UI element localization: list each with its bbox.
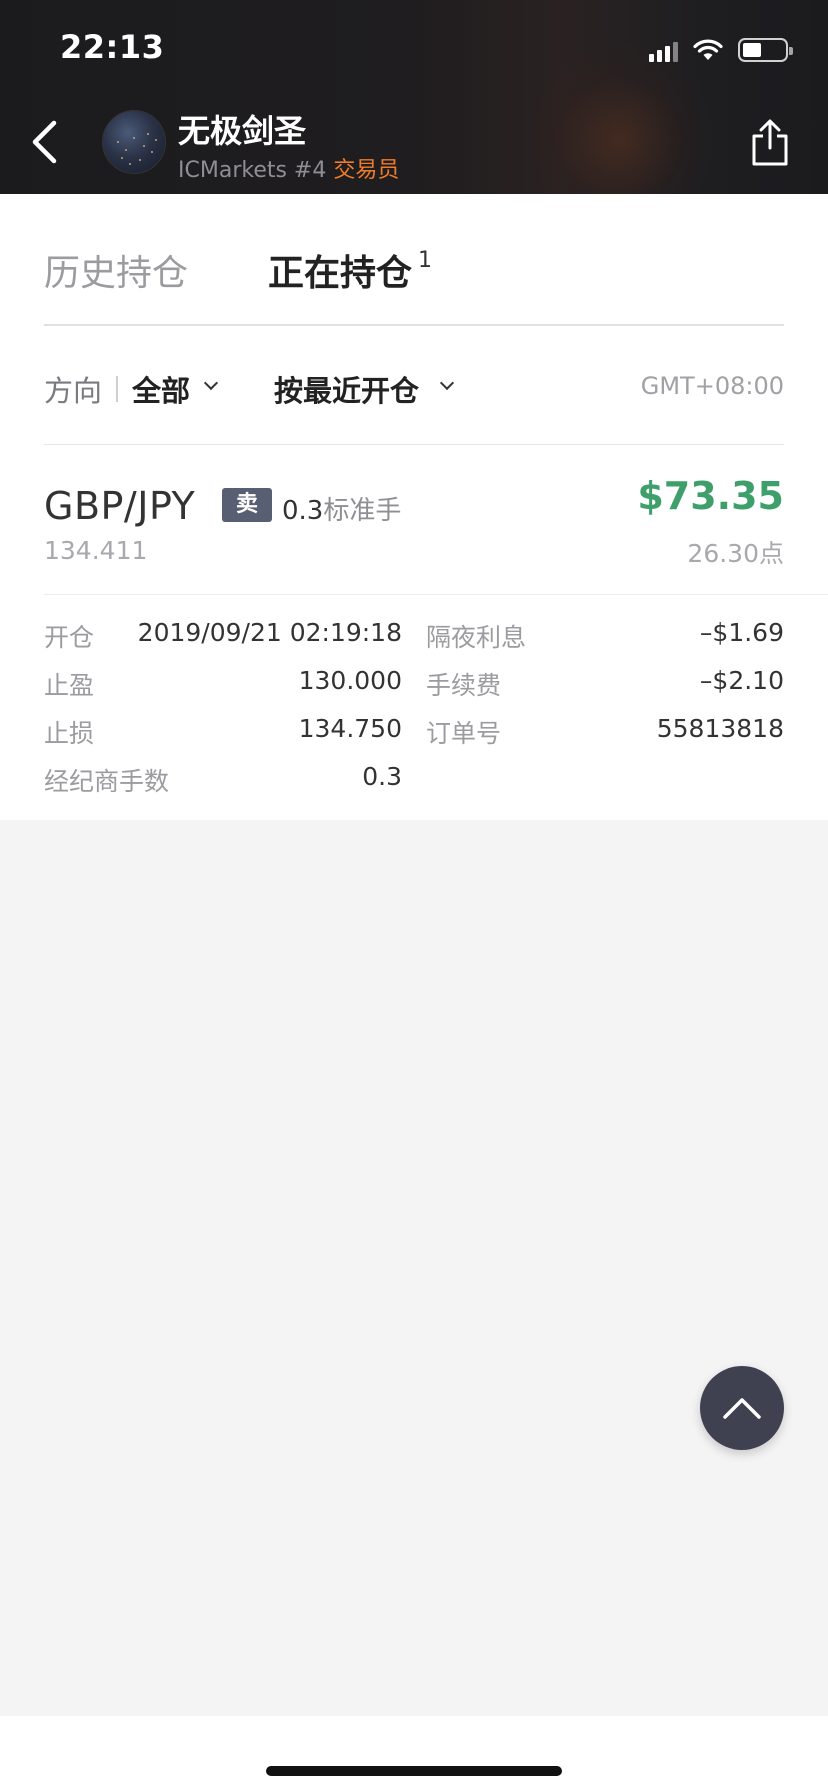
status-icons bbox=[649, 34, 793, 66]
tabs: 历史持仓 正在持仓 1 bbox=[44, 244, 432, 296]
role-label: 交易员 bbox=[333, 158, 400, 183]
detail-row: 经纪商手数 0.3 bbox=[44, 762, 784, 798]
home-indicator[interactable] bbox=[266, 1766, 562, 1776]
profit-value: $73.35 bbox=[637, 474, 784, 518]
chevron-left-icon bbox=[32, 120, 57, 164]
timezone-label: GMT+08:00 bbox=[640, 372, 784, 400]
tab-history[interactable]: 历史持仓 bbox=[44, 244, 188, 296]
battery-icon bbox=[738, 38, 793, 62]
scroll-to-top-button[interactable] bbox=[700, 1366, 784, 1450]
tab-divider bbox=[44, 324, 784, 326]
order-number-label: 订单号 bbox=[426, 719, 502, 748]
filter-bar: 方向 全部 按最近开仓 GMT+08:00 bbox=[44, 366, 784, 408]
share-icon bbox=[752, 119, 788, 166]
filter-separator bbox=[116, 376, 118, 402]
broker-info: ICMarkets #4 bbox=[178, 158, 327, 183]
positions-panel: 历史持仓 正在持仓 1 方向 全部 按最近开仓 GMT+08:00 GBP/JP… bbox=[0, 194, 828, 820]
back-button[interactable] bbox=[24, 112, 64, 172]
tab-open-positions[interactable]: 正在持仓 bbox=[268, 244, 412, 296]
detail-divider bbox=[44, 594, 828, 595]
currency-pair: GBP/JPY bbox=[44, 484, 196, 528]
detail-row: 开仓 2019/09/21 02:19:18 隔夜利息 –$1.69 bbox=[44, 618, 784, 654]
cellular-signal-icon bbox=[649, 38, 678, 62]
divider bbox=[44, 444, 784, 445]
status-time: 22:13 bbox=[60, 28, 165, 66]
fee-value: –$2.10 bbox=[699, 666, 784, 695]
direction-label: 方向 bbox=[44, 374, 103, 408]
direction-dropdown[interactable]: 全部 bbox=[132, 368, 190, 410]
home-indicator-area bbox=[0, 1716, 828, 1792]
chevron-up-icon bbox=[723, 1398, 761, 1419]
avatar[interactable] bbox=[102, 110, 166, 174]
take-profit-value: 130.000 bbox=[298, 666, 402, 695]
open-positions-count: 1 bbox=[418, 248, 433, 273]
chevron-down-icon[interactable] bbox=[203, 375, 219, 391]
lot-value: 0.3 bbox=[282, 496, 324, 526]
swap-label: 隔夜利息 bbox=[426, 623, 527, 652]
sort-dropdown[interactable]: 按最近开仓 bbox=[274, 368, 419, 410]
stop-loss-value: 134.750 bbox=[298, 714, 402, 743]
chevron-down-icon[interactable] bbox=[439, 375, 455, 391]
wifi-icon bbox=[693, 39, 723, 60]
open-time-value: 2019/09/21 02:19:18 bbox=[137, 618, 402, 647]
header: 22:13 无极剑圣 ICMarkets #4 交易员 bbox=[0, 0, 828, 194]
lot-unit: 标准手 bbox=[323, 496, 402, 526]
broker-lots-label: 经纪商手数 bbox=[44, 767, 170, 796]
fee-label: 手续费 bbox=[426, 671, 502, 700]
trader-subtitle: ICMarkets #4 交易员 bbox=[178, 152, 399, 184]
order-number-value: 55813818 bbox=[656, 714, 784, 743]
swap-value: –$1.69 bbox=[699, 618, 784, 647]
stop-loss-label: 止损 bbox=[44, 719, 95, 748]
share-button[interactable] bbox=[748, 118, 792, 168]
side-badge: 卖 bbox=[222, 488, 272, 522]
broker-lots-value: 0.3 bbox=[362, 762, 402, 791]
detail-row: 止损 134.750 订单号 55813818 bbox=[44, 714, 784, 750]
take-profit-label: 止盈 bbox=[44, 671, 95, 700]
current-price: 134.411 bbox=[44, 536, 148, 565]
open-time-label: 开仓 bbox=[44, 623, 95, 652]
detail-row: 止盈 130.000 手续费 –$2.10 bbox=[44, 666, 784, 702]
lot-size: 0.3标准手 bbox=[282, 490, 401, 527]
screen: 22:13 无极剑圣 ICMarkets #4 交易员 历史持仓 正在持仓 1 … bbox=[0, 0, 828, 1792]
profit-points: 26.30点 bbox=[687, 539, 784, 568]
trader-name: 无极剑圣 bbox=[178, 112, 307, 150]
